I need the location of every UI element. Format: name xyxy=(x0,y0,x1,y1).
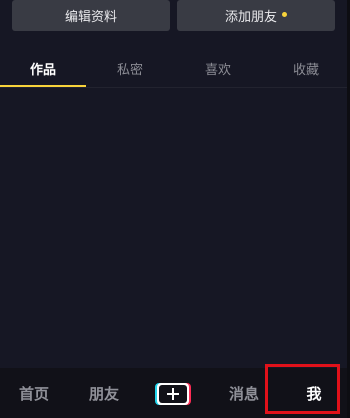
tab-works[interactable]: 作品 xyxy=(0,50,86,87)
edit-profile-label: 编辑资料 xyxy=(64,10,117,25)
nav-me[interactable]: 我 xyxy=(282,368,346,418)
nav-messages[interactable]: 消息 xyxy=(210,368,278,418)
edit-profile-button[interactable]: 编辑资料 xyxy=(12,0,170,31)
add-friend-button[interactable]: 添加朋友 xyxy=(177,0,335,31)
create-button[interactable] xyxy=(155,383,191,405)
notification-dot-icon xyxy=(282,12,287,17)
profile-screen: 编辑资料 添加朋友 作品 私密 喜欢 收藏 首页 朋友 消息 我 xyxy=(0,0,350,418)
tab-likes[interactable]: 喜欢 xyxy=(174,50,262,87)
tab-favorites-label: 收藏 xyxy=(292,63,319,78)
add-friend-label: 添加朋友 xyxy=(224,10,277,25)
nav-me-label: 我 xyxy=(306,384,322,403)
tab-works-label: 作品 xyxy=(29,63,56,78)
nav-friends[interactable]: 朋友 xyxy=(70,368,138,418)
nav-friends-label: 朋友 xyxy=(88,384,119,403)
nav-home[interactable]: 首页 xyxy=(0,368,68,418)
nav-messages-label: 消息 xyxy=(228,384,259,403)
tab-likes-label: 喜欢 xyxy=(204,63,231,78)
bottom-nav: 首页 朋友 消息 我 xyxy=(0,368,350,418)
nav-home-label: 首页 xyxy=(18,384,49,403)
tab-private-label: 私密 xyxy=(116,63,143,78)
tab-private[interactable]: 私密 xyxy=(86,50,174,87)
tab-favorites[interactable]: 收藏 xyxy=(262,50,350,87)
plus-icon xyxy=(157,383,189,405)
content-area xyxy=(0,88,350,368)
profile-actions: 编辑资料 添加朋友 xyxy=(0,0,350,34)
profile-tabs: 作品 私密 喜欢 收藏 xyxy=(0,50,350,87)
